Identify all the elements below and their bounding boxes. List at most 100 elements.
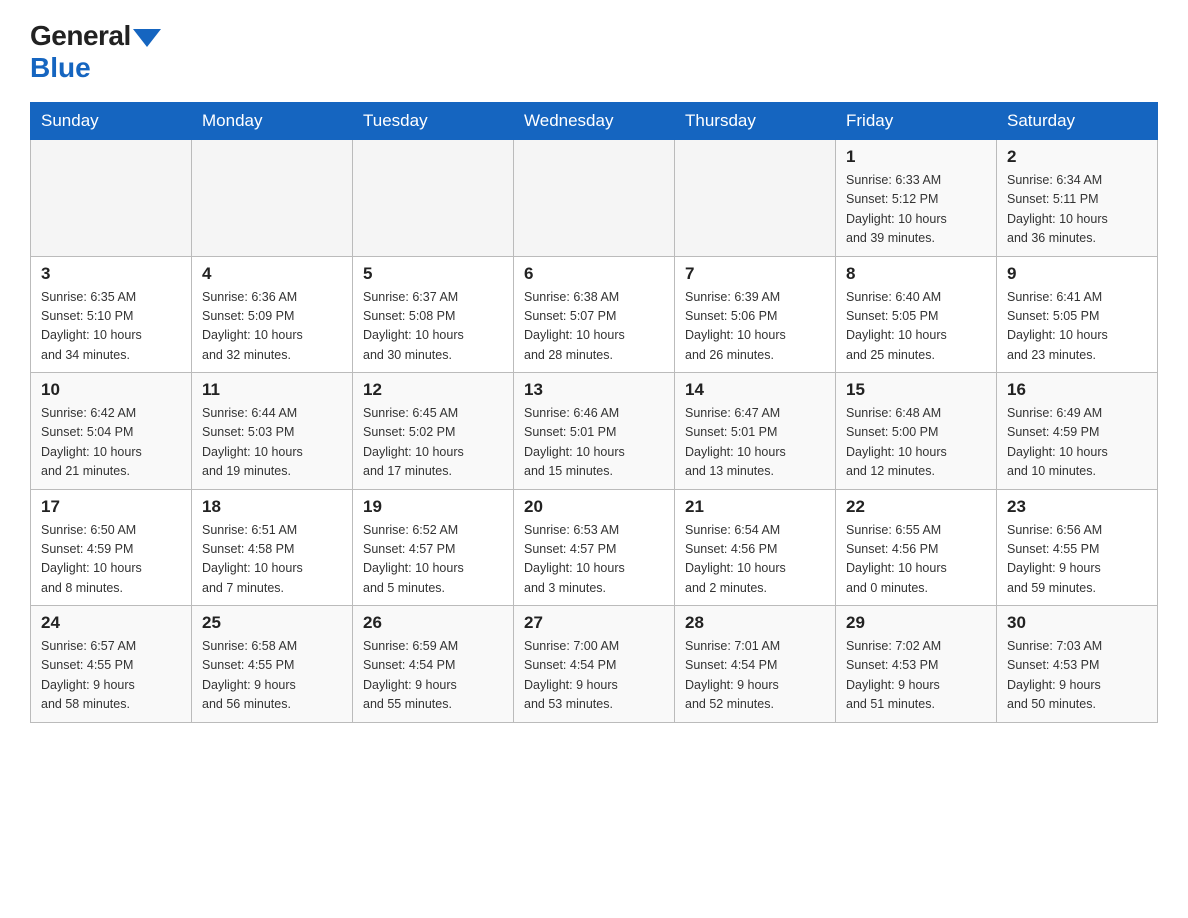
day-number: 28	[685, 613, 825, 633]
day-number: 20	[524, 497, 664, 517]
day-number: 15	[846, 380, 986, 400]
sun-info: Sunrise: 6:48 AM Sunset: 5:00 PM Dayligh…	[846, 404, 986, 482]
calendar-cell: 27 Sunrise: 7:00 AM Sunset: 4:54 PM Dayli…	[514, 606, 675, 723]
calendar-week-row: 1 Sunrise: 6:33 AM Sunset: 5:12 PM Daylig…	[31, 140, 1158, 257]
header-cell-tuesday: Tuesday	[353, 103, 514, 140]
calendar-cell: 12 Sunrise: 6:45 AM Sunset: 5:02 PM Dayli…	[353, 373, 514, 490]
day-number: 21	[685, 497, 825, 517]
calendar-cell: 24 Sunrise: 6:57 AM Sunset: 4:55 PM Dayli…	[31, 606, 192, 723]
calendar-cell: 20 Sunrise: 6:53 AM Sunset: 4:57 PM Dayli…	[514, 489, 675, 606]
day-number: 26	[363, 613, 503, 633]
day-number: 2	[1007, 147, 1147, 167]
sun-info: Sunrise: 6:50 AM Sunset: 4:59 PM Dayligh…	[41, 521, 181, 599]
day-number: 25	[202, 613, 342, 633]
sun-info: Sunrise: 6:41 AM Sunset: 5:05 PM Dayligh…	[1007, 288, 1147, 366]
day-number: 12	[363, 380, 503, 400]
calendar-cell: 29 Sunrise: 7:02 AM Sunset: 4:53 PM Dayli…	[836, 606, 997, 723]
sun-info: Sunrise: 6:44 AM Sunset: 5:03 PM Dayligh…	[202, 404, 342, 482]
calendar-week-row: 3 Sunrise: 6:35 AM Sunset: 5:10 PM Daylig…	[31, 256, 1158, 373]
day-number: 24	[41, 613, 181, 633]
calendar-cell: 9 Sunrise: 6:41 AM Sunset: 5:05 PM Daylig…	[997, 256, 1158, 373]
calendar-week-row: 10 Sunrise: 6:42 AM Sunset: 5:04 PM Dayli…	[31, 373, 1158, 490]
sun-info: Sunrise: 7:01 AM Sunset: 4:54 PM Dayligh…	[685, 637, 825, 715]
calendar-cell	[31, 140, 192, 257]
calendar-cell: 1 Sunrise: 6:33 AM Sunset: 5:12 PM Daylig…	[836, 140, 997, 257]
day-number: 11	[202, 380, 342, 400]
day-number: 22	[846, 497, 986, 517]
calendar-cell: 13Sunrise: 6:46 AM Sunset: 5:01 PM Dayli…	[514, 373, 675, 490]
day-number: 14	[685, 380, 825, 400]
sun-info: Sunrise: 6:54 AM Sunset: 4:56 PM Dayligh…	[685, 521, 825, 599]
calendar-cell: 21 Sunrise: 6:54 AM Sunset: 4:56 PM Dayli…	[675, 489, 836, 606]
sun-info: Sunrise: 6:56 AM Sunset: 4:55 PM Dayligh…	[1007, 521, 1147, 599]
calendar-cell: 7Sunrise: 6:39 AM Sunset: 5:06 PM Daylig…	[675, 256, 836, 373]
calendar-cell: 4 Sunrise: 6:36 AM Sunset: 5:09 PM Daylig…	[192, 256, 353, 373]
sun-info: Sunrise: 6:33 AM Sunset: 5:12 PM Dayligh…	[846, 171, 986, 249]
calendar-table: SundayMondayTuesdayWednesdayThursdayFrid…	[30, 102, 1158, 723]
sun-info: Sunrise: 6:42 AM Sunset: 5:04 PM Dayligh…	[41, 404, 181, 482]
logo: General Blue	[30, 20, 161, 84]
calendar-cell: 8 Sunrise: 6:40 AM Sunset: 5:05 PM Daylig…	[836, 256, 997, 373]
header-cell-sunday: Sunday	[31, 103, 192, 140]
calendar-cell: 26Sunrise: 6:59 AM Sunset: 4:54 PM Dayli…	[353, 606, 514, 723]
sun-info: Sunrise: 6:58 AM Sunset: 4:55 PM Dayligh…	[202, 637, 342, 715]
day-number: 29	[846, 613, 986, 633]
day-number: 8	[846, 264, 986, 284]
day-number: 16	[1007, 380, 1147, 400]
day-number: 18	[202, 497, 342, 517]
sun-info: Sunrise: 6:40 AM Sunset: 5:05 PM Dayligh…	[846, 288, 986, 366]
calendar-cell	[675, 140, 836, 257]
logo-general-text: General	[30, 20, 161, 52]
sun-info: Sunrise: 6:51 AM Sunset: 4:58 PM Dayligh…	[202, 521, 342, 599]
calendar-cell: 18 Sunrise: 6:51 AM Sunset: 4:58 PM Dayli…	[192, 489, 353, 606]
calendar-cell	[514, 140, 675, 257]
calendar-cell: 5Sunrise: 6:37 AM Sunset: 5:08 PM Daylig…	[353, 256, 514, 373]
calendar-cell	[353, 140, 514, 257]
calendar-cell: 22 Sunrise: 6:55 AM Sunset: 4:56 PM Dayli…	[836, 489, 997, 606]
sun-info: Sunrise: 6:35 AM Sunset: 5:10 PM Dayligh…	[41, 288, 181, 366]
sun-info: Sunrise: 6:53 AM Sunset: 4:57 PM Dayligh…	[524, 521, 664, 599]
sun-info: Sunrise: 6:45 AM Sunset: 5:02 PM Dayligh…	[363, 404, 503, 482]
calendar-week-row: 17 Sunrise: 6:50 AM Sunset: 4:59 PM Dayli…	[31, 489, 1158, 606]
sun-info: Sunrise: 6:49 AM Sunset: 4:59 PM Dayligh…	[1007, 404, 1147, 482]
day-number: 30	[1007, 613, 1147, 633]
sun-info: Sunrise: 6:38 AM Sunset: 5:07 PM Dayligh…	[524, 288, 664, 366]
sun-info: Sunrise: 6:36 AM Sunset: 5:09 PM Dayligh…	[202, 288, 342, 366]
sun-info: Sunrise: 6:34 AM Sunset: 5:11 PM Dayligh…	[1007, 171, 1147, 249]
sun-info: Sunrise: 6:55 AM Sunset: 4:56 PM Dayligh…	[846, 521, 986, 599]
day-number: 6	[524, 264, 664, 284]
sun-info: Sunrise: 6:57 AM Sunset: 4:55 PM Dayligh…	[41, 637, 181, 715]
calendar-cell: 3 Sunrise: 6:35 AM Sunset: 5:10 PM Daylig…	[31, 256, 192, 373]
sun-info: Sunrise: 6:46 AM Sunset: 5:01 PM Dayligh…	[524, 404, 664, 482]
calendar-cell: 2 Sunrise: 6:34 AM Sunset: 5:11 PM Daylig…	[997, 140, 1158, 257]
day-number: 3	[41, 264, 181, 284]
day-number: 10	[41, 380, 181, 400]
sun-info: Sunrise: 7:03 AM Sunset: 4:53 PM Dayligh…	[1007, 637, 1147, 715]
calendar-cell: 15 Sunrise: 6:48 AM Sunset: 5:00 PM Dayli…	[836, 373, 997, 490]
calendar-cell: 23 Sunrise: 6:56 AM Sunset: 4:55 PM Dayli…	[997, 489, 1158, 606]
calendar-cell: 28 Sunrise: 7:01 AM Sunset: 4:54 PM Dayli…	[675, 606, 836, 723]
day-number: 7	[685, 264, 825, 284]
day-number: 5	[363, 264, 503, 284]
calendar-week-row: 24 Sunrise: 6:57 AM Sunset: 4:55 PM Dayli…	[31, 606, 1158, 723]
calendar-cell: 19Sunrise: 6:52 AM Sunset: 4:57 PM Dayli…	[353, 489, 514, 606]
calendar-cell: 14 Sunrise: 6:47 AM Sunset: 5:01 PM Dayli…	[675, 373, 836, 490]
sun-info: Sunrise: 6:47 AM Sunset: 5:01 PM Dayligh…	[685, 404, 825, 482]
sun-info: Sunrise: 7:02 AM Sunset: 4:53 PM Dayligh…	[846, 637, 986, 715]
header-cell-wednesday: Wednesday	[514, 103, 675, 140]
header-cell-thursday: Thursday	[675, 103, 836, 140]
header-cell-friday: Friday	[836, 103, 997, 140]
day-number: 9	[1007, 264, 1147, 284]
day-number: 23	[1007, 497, 1147, 517]
calendar-cell: 30 Sunrise: 7:03 AM Sunset: 4:53 PM Dayli…	[997, 606, 1158, 723]
day-number: 19	[363, 497, 503, 517]
day-number: 27	[524, 613, 664, 633]
header-cell-monday: Monday	[192, 103, 353, 140]
sun-info: Sunrise: 7:00 AM Sunset: 4:54 PM Dayligh…	[524, 637, 664, 715]
calendar-header-row: SundayMondayTuesdayWednesdayThursdayFrid…	[31, 103, 1158, 140]
calendar-cell	[192, 140, 353, 257]
day-number: 17	[41, 497, 181, 517]
day-number: 4	[202, 264, 342, 284]
day-number: 1	[846, 147, 986, 167]
logo-triangle-icon	[133, 29, 161, 47]
